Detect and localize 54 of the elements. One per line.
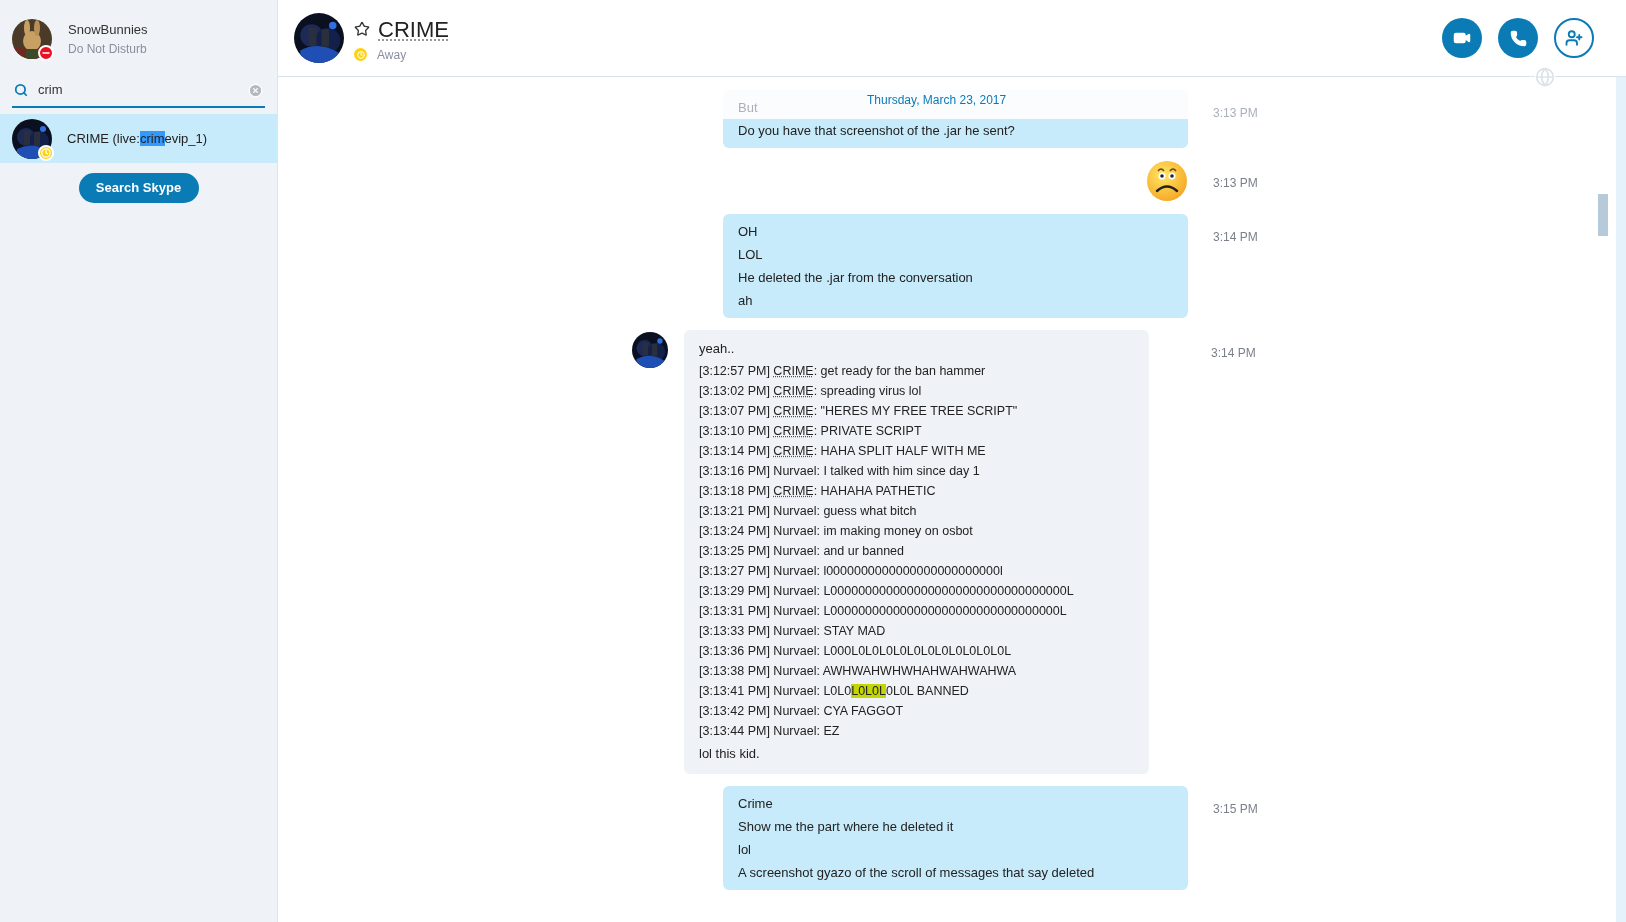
message-time: 3:14 PM xyxy=(1211,346,1256,360)
message-text: lol xyxy=(738,841,751,859)
message-text: lol this kid. xyxy=(699,745,761,763)
chat-log-line: [3:13:44 PM] Nurvael: EZ xyxy=(699,723,840,740)
profile-status: Do Not Disturb xyxy=(68,40,148,58)
profile-name: SnowBunnies xyxy=(68,21,148,40)
message-text: Crime xyxy=(738,795,773,813)
message-text: A screenshot gyazo of the scroll of messages that say deleted xyxy=(738,864,1095,882)
date-divider: Thursday, March 23, 2017 xyxy=(867,92,1007,109)
phone-icon xyxy=(1509,29,1527,47)
search-input[interactable]: crim xyxy=(38,80,238,100)
message-text: LOL xyxy=(738,246,763,264)
contact-status: Away xyxy=(377,46,407,64)
call-button[interactable] xyxy=(1498,18,1538,58)
chat-log-line: [3:13:25 PM] Nurvael: and ur banned xyxy=(699,543,904,560)
search-result[interactable]: CRIME (live:crimevip_1) xyxy=(0,114,277,163)
chat-log-line: [3:13:42 PM] Nurvael: CYA FAGGOT xyxy=(699,703,904,720)
chat-log-line: [3:13:07 PM] CRIME: "HERES MY FREE TREE SCRIPT" xyxy=(699,403,1018,420)
message-text: Do you have that screenshot of the .jar he sent? xyxy=(738,122,1015,140)
chat-log-line: [3:13:16 PM] Nurvael: I talked with him since day 1 xyxy=(699,463,980,480)
add-contact-button[interactable] xyxy=(1554,18,1594,58)
favorite-star-icon[interactable] xyxy=(354,21,370,37)
message-time: 3:14 PM xyxy=(1213,230,1258,244)
search-field[interactable]: crim xyxy=(12,74,265,108)
message-time: 3:13 PM xyxy=(1213,176,1258,190)
message-text: He deleted the .jar from the conversation xyxy=(738,269,973,287)
add-person-icon xyxy=(1565,29,1583,47)
chat-log-line: [3:13:21 PM] Nurvael: guess what bitch xyxy=(699,503,917,520)
chat-log-line: [3:13:24 PM] Nurvael: im making money on osbot xyxy=(699,523,973,540)
chat-log-line: [3:13:33 PM] Nurvael: STAY MAD xyxy=(699,623,886,640)
chat-log-line: [3:13:31 PM] Nurvael: L000000000000000000000000000000000L xyxy=(699,603,1067,620)
chat-log-line: [3:13:10 PM] CRIME: PRIVATE SCRIPT xyxy=(699,423,922,440)
search-icon xyxy=(14,83,28,97)
message-time: 3:13 PM xyxy=(1213,106,1258,120)
message-text: yeah.. xyxy=(699,340,736,358)
scrollbar-thumb[interactable] xyxy=(1598,194,1608,236)
search-skype-button[interactable]: Search Skype xyxy=(78,173,199,203)
chat-log-line: [3:13:38 PM] Nurvael: AWHWAHWHWHAHWAHWAHWA xyxy=(699,663,1017,680)
video-call-button[interactable] xyxy=(1442,18,1482,58)
chat-log-line: [3:13:18 PM] CRIME: HAHAHA PATHETIC xyxy=(699,483,936,500)
chat-log-line: [3:13:36 PM] Nurvael: L000L0L0L0L0L0L0L0L0L0L0L0L xyxy=(699,643,1012,660)
chat-log-line: [3:13:02 PM] CRIME: spreading virus lol xyxy=(699,383,922,400)
contact-title: CRIME xyxy=(378,15,449,44)
chat-log-line: [3:13:14 PM] CRIME: HAHA SPLIT HALF WITH ME xyxy=(699,443,986,460)
chat-log-line: [3:13:27 PM] Nurvael: l0000000000000000000000000l xyxy=(699,563,1003,580)
message-text: But xyxy=(738,99,758,117)
contact-name: CRIME (live:crimevip_1) xyxy=(67,129,208,148)
message-time: 3:15 PM xyxy=(1213,802,1258,816)
worried-face-icon xyxy=(1146,160,1188,202)
message-text: ah xyxy=(738,292,753,310)
chat-log-line: [3:12:57 PM] CRIME: get ready for the ban hammer xyxy=(699,363,986,380)
message-text: OH xyxy=(738,223,758,241)
message-text: Show me the part where he deleted it xyxy=(738,818,954,836)
chat-log-line: [3:13:29 PM] Nurvael: L0000000000000000000000000000000000L xyxy=(699,583,1074,600)
